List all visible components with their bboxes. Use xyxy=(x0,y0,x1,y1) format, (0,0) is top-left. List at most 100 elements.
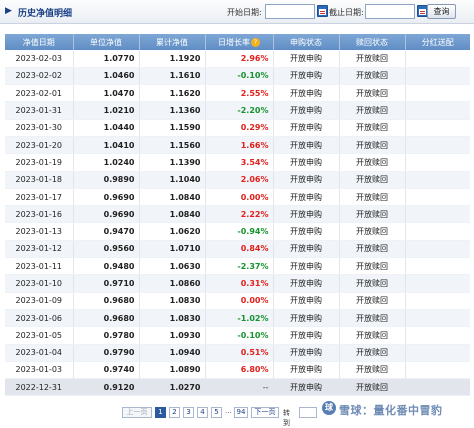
cell-nav: 0.9780 xyxy=(73,326,140,345)
cell-acc-nav: 1.0270 xyxy=(139,378,206,397)
page-button-2[interactable]: 2 xyxy=(169,407,180,418)
cell-buy-status: 开放申购 xyxy=(273,50,340,68)
table-row: 2023-01-09 0.9680 1.0830 0.00% 开放申购 开放赎回 xyxy=(5,292,470,310)
table-row: 2023-01-10 0.9710 1.0860 0.31% 开放申购 开放赎回 xyxy=(5,274,470,293)
cell-acc-nav: 1.0840 xyxy=(139,205,206,224)
start-date-input[interactable] xyxy=(265,4,315,19)
cell-dividend xyxy=(405,344,470,362)
cell-dividend xyxy=(405,326,470,345)
arrow-icon: ▶ xyxy=(5,6,12,16)
cell-growth: -2.20% xyxy=(205,101,274,120)
cell-growth: 0.31% xyxy=(205,274,274,293)
page-button-1[interactable]: 1 xyxy=(155,407,166,418)
cell-growth: 2.96% xyxy=(205,50,274,68)
table-row: 2023-01-12 0.9560 1.0710 0.84% 开放申购 开放赎回 xyxy=(5,240,470,259)
page-button-last[interactable]: 94 xyxy=(234,407,248,418)
cell-nav: 0.9470 xyxy=(73,222,140,241)
cell-date: 2023-02-03 xyxy=(5,50,74,68)
cell-buy-status: 开放申购 xyxy=(273,188,340,207)
col-header-redeem-status: 赎回状态 xyxy=(339,34,406,50)
cell-growth: 0.00% xyxy=(205,292,274,310)
table-row: 2023-02-02 1.0460 1.1610 -0.10% 开放申购 开放赎回 xyxy=(5,67,470,86)
table-row: 2023-01-06 0.9680 1.0830 -1.02% 开放申购 开放赎回 xyxy=(5,309,470,328)
cell-acc-nav: 1.0930 xyxy=(139,326,206,345)
cell-growth: 2.55% xyxy=(205,84,274,103)
page-button-5[interactable]: 5 xyxy=(211,407,222,418)
cell-acc-nav: 1.0830 xyxy=(139,309,206,328)
cell-nav: 1.0460 xyxy=(73,67,140,86)
cell-nav: 0.9480 xyxy=(73,257,140,276)
page-button-3[interactable]: 3 xyxy=(183,407,194,418)
table-row: 2023-01-18 0.9890 1.1040 2.06% 开放申购 开放赎回 xyxy=(5,171,470,189)
cell-growth: 0.51% xyxy=(205,344,274,362)
page-button-4[interactable]: 4 xyxy=(197,407,208,418)
cell-nav: 1.0410 xyxy=(73,136,140,155)
cell-nav: 1.0440 xyxy=(73,119,140,137)
cell-acc-nav: 1.1560 xyxy=(139,136,206,155)
cell-growth: -- xyxy=(205,378,274,397)
cell-acc-nav: 1.1390 xyxy=(139,153,206,172)
cell-date: 2023-01-31 xyxy=(5,101,74,120)
cell-growth: -1.02% xyxy=(205,309,274,328)
cell-dividend xyxy=(405,136,470,155)
cell-date: 2023-01-20 xyxy=(5,136,74,155)
cell-growth: -0.10% xyxy=(205,67,274,86)
goto-label: 转到 xyxy=(283,409,290,427)
cell-nav: 0.9690 xyxy=(73,205,140,224)
cell-dividend xyxy=(405,67,470,86)
cell-dividend xyxy=(405,84,470,103)
cell-dividend xyxy=(405,153,470,172)
next-page-button[interactable]: 下一页 xyxy=(251,407,279,418)
cell-acc-nav: 1.1920 xyxy=(139,50,206,68)
cell-date: 2023-01-03 xyxy=(5,361,74,380)
cell-dividend xyxy=(405,205,470,224)
cell-growth: 1.66% xyxy=(205,136,274,155)
cell-buy-status: 开放申购 xyxy=(273,309,340,328)
cell-acc-nav: 1.1620 xyxy=(139,84,206,103)
cell-date: 2023-01-11 xyxy=(5,257,74,276)
cell-buy-status: 开放申购 xyxy=(273,119,340,137)
col-header-growth-label: 日增长率 xyxy=(218,37,250,47)
cell-redeem-status: 开放赎回 xyxy=(339,101,406,120)
cell-acc-nav: 1.0940 xyxy=(139,344,206,362)
table-row: 2023-01-31 1.0210 1.1360 -2.20% 开放申购 开放赎回 xyxy=(5,101,470,120)
end-date-input[interactable] xyxy=(365,4,415,19)
cell-date: 2023-01-13 xyxy=(5,222,74,241)
cell-acc-nav: 1.0840 xyxy=(139,188,206,207)
table-row: 2023-02-01 1.0470 1.1620 2.55% 开放申购 开放赎回 xyxy=(5,84,470,103)
cell-date: 2023-01-12 xyxy=(5,240,74,259)
col-header-date: 净值日期 xyxy=(5,34,74,50)
cell-nav: 1.0470 xyxy=(73,84,140,103)
start-date-label: 开始日期: xyxy=(227,8,262,17)
cell-redeem-status: 开放赎回 xyxy=(339,240,406,259)
query-button[interactable]: 查询 xyxy=(427,4,456,19)
end-date-label: 截止日期: xyxy=(329,8,364,17)
cell-acc-nav: 1.0710 xyxy=(139,240,206,259)
cell-buy-status: 开放申购 xyxy=(273,257,340,276)
cell-buy-status: 开放申购 xyxy=(273,378,340,397)
table-row: 2023-01-19 1.0240 1.1390 3.54% 开放申购 开放赎回 xyxy=(5,153,470,172)
table-row: 2023-02-03 1.0770 1.1920 2.96% 开放申购 开放赎回 xyxy=(5,50,470,68)
cell-acc-nav: 1.1360 xyxy=(139,101,206,120)
help-icon[interactable]: ? xyxy=(251,37,260,47)
cell-acc-nav: 1.0620 xyxy=(139,222,206,241)
cell-buy-status: 开放申购 xyxy=(273,67,340,86)
table-row: 2023-01-16 0.9690 1.0840 2.22% 开放申购 开放赎回 xyxy=(5,205,470,224)
table-row: 2023-01-11 0.9480 1.0630 -2.37% 开放申购 开放赎回 xyxy=(5,257,470,276)
cell-date: 2023-01-19 xyxy=(5,153,74,172)
cell-nav: 0.9120 xyxy=(73,378,140,397)
goto-page-input[interactable] xyxy=(299,407,317,418)
cell-date: 2023-01-06 xyxy=(5,309,74,328)
cell-nav: 0.9680 xyxy=(73,309,140,328)
cell-nav: 1.0770 xyxy=(73,50,140,68)
cell-redeem-status: 开放赎回 xyxy=(339,222,406,241)
prev-page-button[interactable]: 上一页 xyxy=(122,407,152,418)
pager-ellipsis: ... xyxy=(225,407,232,415)
cell-nav: 0.9740 xyxy=(73,361,140,380)
cell-buy-status: 开放申购 xyxy=(273,171,340,189)
cell-acc-nav: 1.1040 xyxy=(139,171,206,189)
table-row: 2023-01-17 0.9690 1.0840 0.00% 开放申购 开放赎回 xyxy=(5,188,470,207)
calendar-icon[interactable] xyxy=(317,5,328,17)
table-row: 2022-12-31 0.9120 1.0270 -- 开放申购 开放赎回 xyxy=(5,378,470,397)
cell-growth: 3.54% xyxy=(205,153,274,172)
